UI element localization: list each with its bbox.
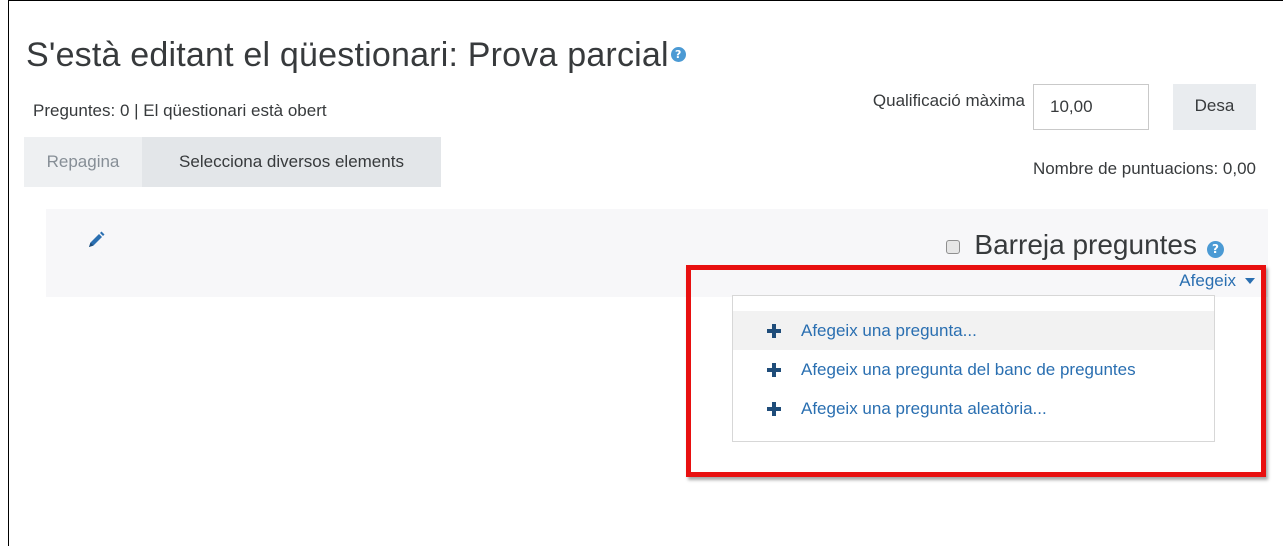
shuffle-label: Barreja preguntes (974, 229, 1197, 260)
page-title: S'està editant el qüestionari: Prova par… (26, 36, 686, 75)
toolbar: Repagina Selecciona diversos elements (24, 137, 441, 187)
menu-item-label: Afegeix una pregunta aleatòria... (801, 398, 1047, 418)
pencil-icon[interactable] (86, 230, 106, 250)
add-random-question-item[interactable]: Afegeix una pregunta aleatòria... (733, 389, 1214, 428)
add-from-question-bank-item[interactable]: Afegeix una pregunta del banc de pregunt… (733, 350, 1214, 389)
max-grade-form: Qualificació màxima 10,00 Desa (873, 84, 1256, 130)
plus-icon (767, 401, 781, 416)
page-title-text: S'està editant el qüestionari: Prova par… (26, 36, 669, 74)
quiz-status: Preguntes: 0 | El qüestionari està obert (33, 101, 327, 120)
save-button[interactable]: Desa (1173, 84, 1256, 130)
select-multiple-button[interactable]: Selecciona diversos elements (142, 137, 441, 187)
total-marks: Nombre de puntuacions: 0,00 (1032, 159, 1256, 178)
repaginate-button[interactable]: Repagina (24, 137, 142, 187)
shuffle-checkbox[interactable] (946, 239, 961, 254)
plus-icon (767, 323, 781, 338)
plus-icon (767, 362, 781, 377)
shuffle-questions: Barreja preguntes ? (946, 229, 1224, 261)
max-grade-label: Qualificació màxima (872, 91, 1025, 110)
max-grade-input[interactable]: 10,00 (1033, 84, 1149, 130)
menu-item-label: Afegeix una pregunta del banc de pregunt… (801, 359, 1136, 379)
add-question-item[interactable]: Afegeix una pregunta... (733, 311, 1214, 350)
help-icon[interactable]: ? (670, 46, 686, 62)
add-menu: Afegeix una pregunta... Afegeix una preg… (732, 295, 1215, 442)
help-icon[interactable]: ? (1207, 240, 1224, 258)
menu-item-label: Afegeix una pregunta... (801, 320, 977, 340)
